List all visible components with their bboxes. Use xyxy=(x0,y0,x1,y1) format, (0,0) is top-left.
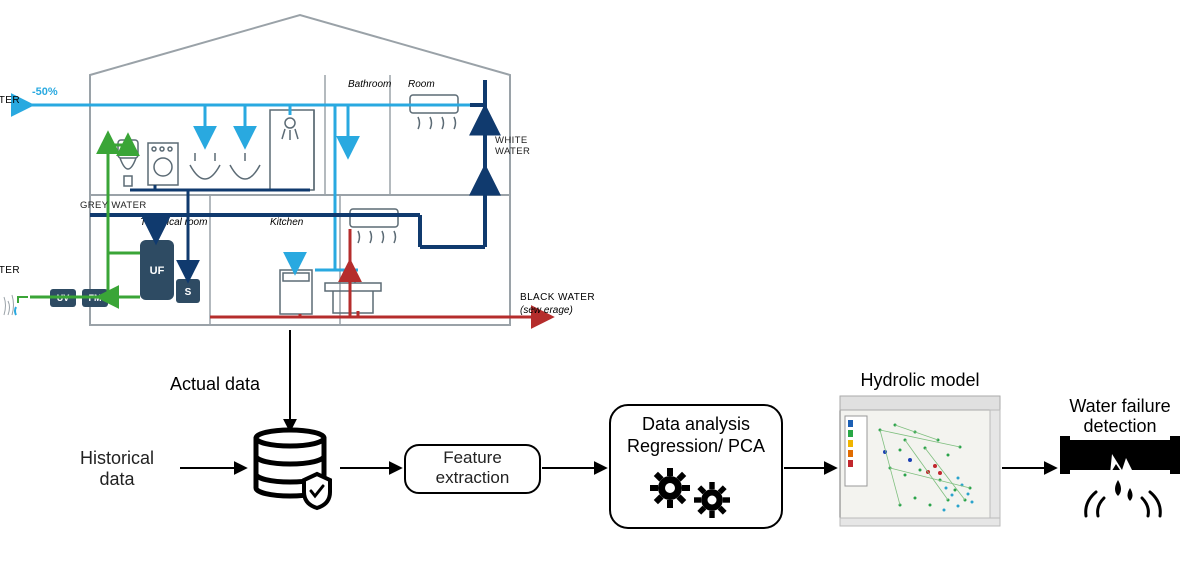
label-black-water: BLACK WATER xyxy=(520,292,595,303)
label-data-analysis-2: Regression/ PCA xyxy=(627,436,765,456)
label-grey-water: GREY WATER xyxy=(80,200,160,211)
label-historical-data: Historical data xyxy=(62,448,172,490)
feature-extraction-box: Feature extraction xyxy=(405,445,540,493)
label-technical: Technical room xyxy=(140,217,207,228)
label-feature-extraction: Feature extraction xyxy=(405,448,540,488)
label-hydrolic-model: Hydrolic model xyxy=(860,370,979,390)
gear-icon xyxy=(694,482,730,518)
label-actual-data: Actual data xyxy=(170,374,261,394)
database-icon xyxy=(256,430,330,508)
data-analysis-box: Data analysis Regression/ PCA xyxy=(610,405,782,528)
gear-icon xyxy=(650,468,690,508)
label-drinking-water: DRINKING WATER xyxy=(0,95,20,106)
s-box: S xyxy=(176,279,200,303)
hydrolic-model-screenshot xyxy=(840,396,1000,526)
label-failure-2: detection xyxy=(1083,416,1156,436)
leak-icon xyxy=(1060,436,1180,516)
label-failure-1: Water failure xyxy=(1069,396,1170,416)
uf-tank: UF xyxy=(140,240,174,300)
label-treated-water: TREATED WATER xyxy=(0,265,20,276)
label-bathroom: Bathroom xyxy=(348,79,391,90)
label-black-water-sub: (sew erage) xyxy=(520,305,573,316)
label-kitchen: Kitchen xyxy=(270,217,304,228)
svg-text:UF: UF xyxy=(150,265,165,277)
label-drinking-reduction: -50% xyxy=(32,86,58,98)
house-schematic: Bathroom Room Technical room Kitchen xyxy=(0,15,595,325)
svg-text:S: S xyxy=(185,287,192,298)
label-white-water: WHITE WATER xyxy=(495,135,545,157)
label-data-analysis-1: Data analysis xyxy=(642,414,750,434)
label-room: Room xyxy=(408,79,435,90)
